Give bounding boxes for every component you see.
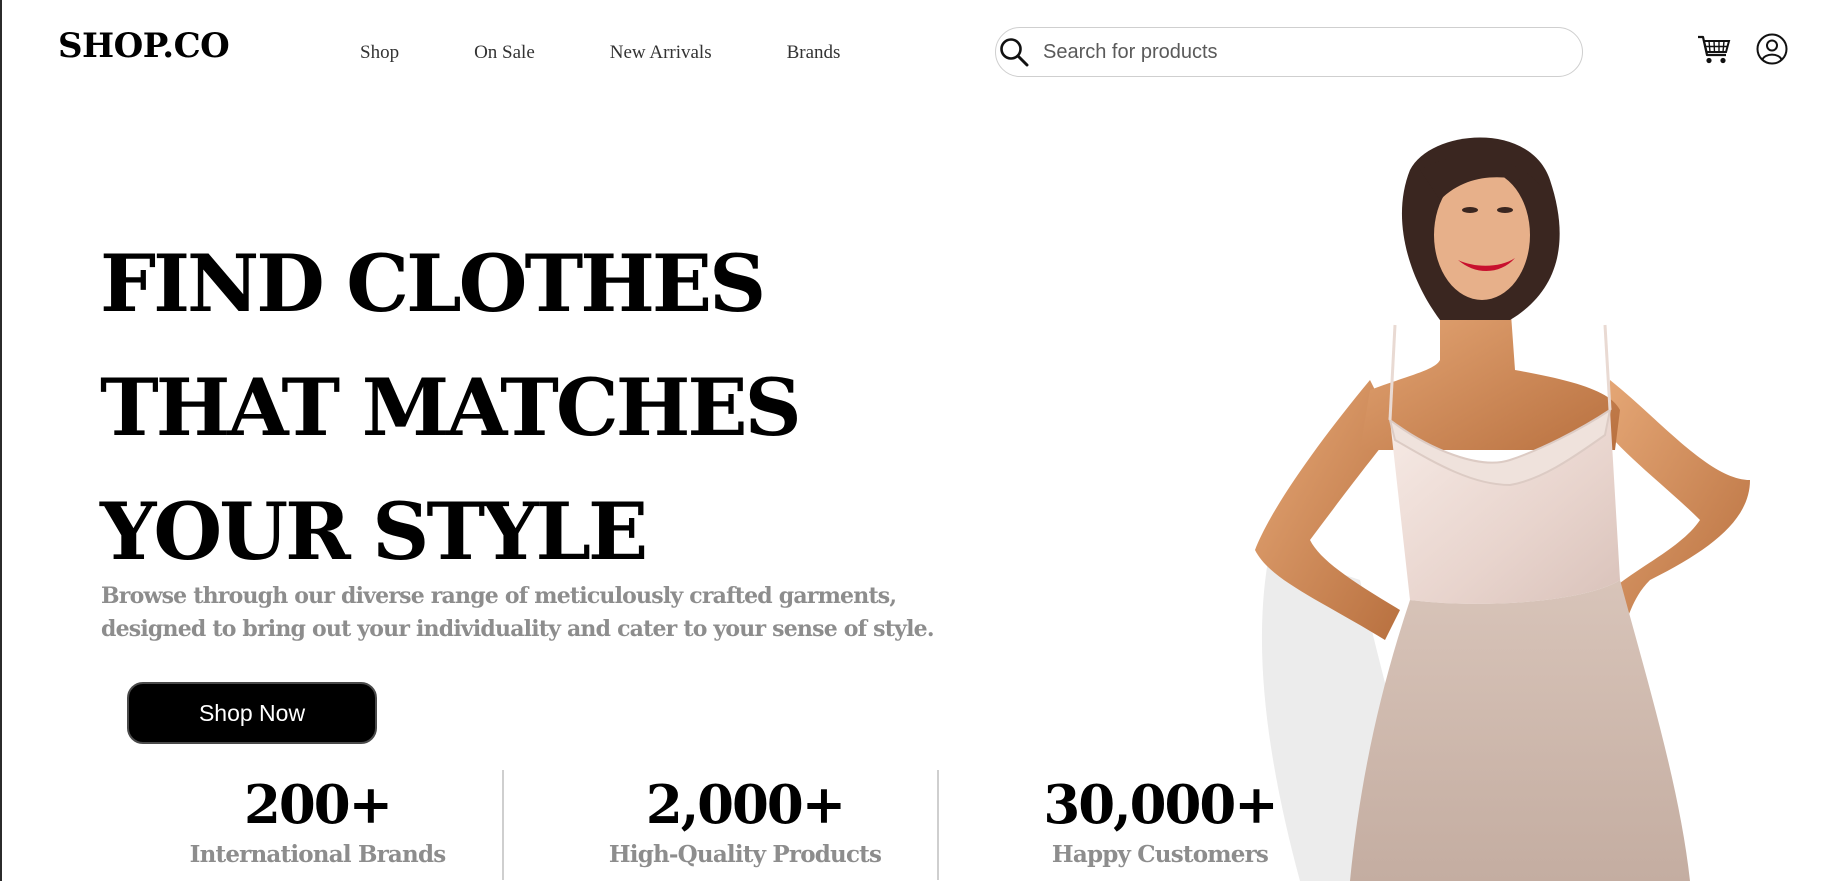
nav-link-shop[interactable]: Shop [360, 42, 399, 64]
description-line: designed to bring out your individuality… [101, 616, 935, 642]
description-line: Browse through our diverse range of meti… [101, 583, 897, 609]
stat-label: International Brands [189, 841, 447, 868]
headline-line: THAT MATCHES [100, 361, 802, 454]
stat-number: 200+ [243, 774, 393, 836]
user-icon[interactable] [1756, 33, 1788, 65]
stat-divider [502, 770, 504, 880]
headline-line: FIND CLOTHES [100, 237, 766, 330]
stat-number: 2,000+ [645, 774, 846, 836]
hero-model-image [1255, 137, 1750, 881]
stat-products: 2,000+ High-Quality Products [570, 770, 920, 870]
shop-now-button[interactable]: Shop Now [127, 682, 377, 744]
headline-line: YOUR STYLE [100, 485, 648, 578]
main-nav: Shop On Sale New Arrivals Brands [360, 42, 915, 64]
nav-link-new-arrivals[interactable]: New Arrivals [610, 42, 712, 64]
stat-label: High-Quality Products [608, 841, 882, 868]
hero-headline: FIND CLOTHES THAT MATCHES YOUR STYLE [100, 222, 802, 594]
search-bar[interactable] [995, 27, 1583, 77]
window-left-border [0, 0, 2, 881]
search-icon [1000, 38, 1029, 67]
stat-divider [937, 770, 939, 880]
search-input[interactable] [1041, 39, 1545, 65]
cart-icon[interactable] [1697, 34, 1731, 66]
hero-description: Browse through our diverse range of meti… [101, 580, 961, 646]
site-logo[interactable]: SHOP.CO [58, 26, 230, 66]
nav-link-on-sale[interactable]: On Sale [474, 42, 535, 64]
nav-link-brands[interactable]: Brands [787, 42, 841, 64]
stat-brands: 200+ International Brands [150, 770, 485, 870]
